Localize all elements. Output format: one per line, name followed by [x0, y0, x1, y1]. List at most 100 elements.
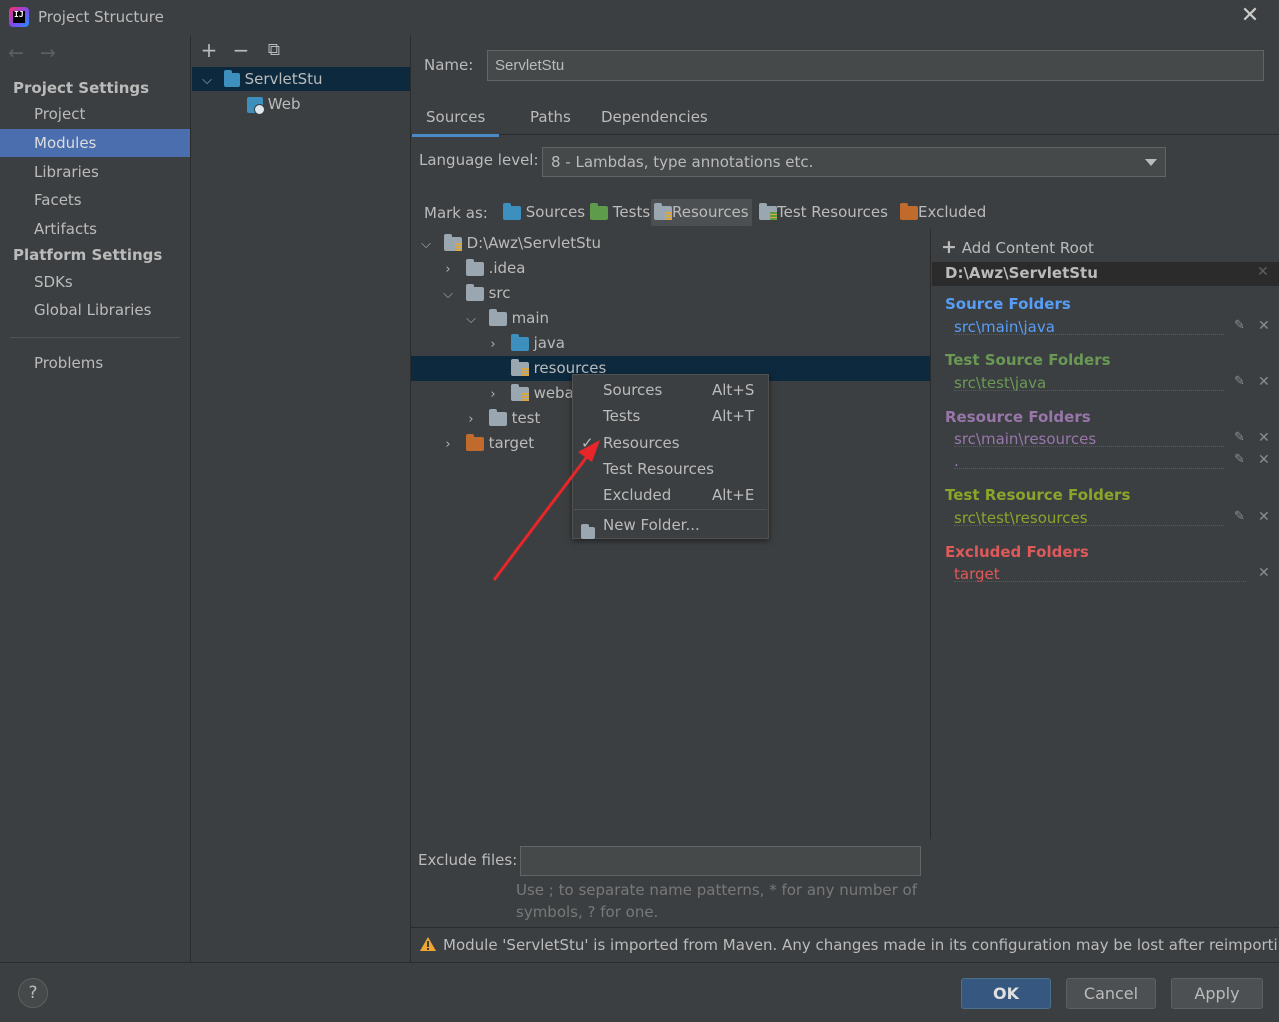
remove-icon[interactable]: ✕ — [1258, 318, 1270, 334]
web-facet-icon — [247, 96, 265, 115]
chevron-down-icon[interactable]: ⌵ — [419, 232, 433, 257]
help-icon[interactable]: ? — [18, 978, 48, 1008]
chevron-right-icon[interactable]: › — [441, 432, 455, 457]
close-icon[interactable]: ✕ — [1238, 4, 1262, 28]
folder-icon — [488, 308, 507, 326]
chevron-down-icon[interactable]: ⌵ — [464, 307, 478, 332]
mark-excluded-button[interactable]: Excluded — [897, 199, 989, 226]
nav-item-libraries[interactable]: Libraries — [0, 158, 190, 186]
mark-tests-label: Tests — [612, 203, 651, 221]
test-source-folder-path: src\test\java ✎ ✕ — [954, 374, 1270, 394]
menu-shortcut: Alt+T — [712, 407, 755, 425]
chevron-right-icon[interactable]: › — [464, 407, 478, 432]
tab-dependencies[interactable]: Dependencies — [587, 100, 722, 134]
excluded-folder-path: target ✕ — [954, 565, 1270, 585]
chevron-down-icon — [1145, 159, 1157, 166]
forward-arrow-icon[interactable]: → — [40, 42, 56, 64]
folder-icon — [488, 408, 507, 426]
remove-icon[interactable]: ✕ — [1258, 452, 1270, 468]
tree-java-label: java — [533, 334, 565, 352]
name-label: Name: — [424, 56, 474, 74]
mark-test-resources-label: Test Resources — [777, 203, 888, 221]
remove-icon[interactable]: ✕ — [1258, 374, 1270, 390]
remove-content-root-icon[interactable]: ✕ — [1257, 264, 1269, 280]
tree-row-root[interactable]: ⌵ D:\Awz\ServletStu — [411, 231, 930, 256]
excluded-folders-title: Excluded Folders — [945, 543, 1089, 561]
mark-resources-button[interactable]: Resources — [651, 199, 752, 226]
edit-icon[interactable]: ✎ — [1234, 452, 1246, 467]
tree-idea-label: .idea — [488, 259, 526, 277]
edit-icon[interactable]: ✎ — [1234, 318, 1246, 333]
window-title: Project Structure — [38, 8, 164, 26]
tree-webapp-label: weba — [533, 384, 574, 402]
edit-icon[interactable]: ✎ — [1234, 430, 1246, 445]
nav-item-problems[interactable]: Problems — [0, 349, 190, 377]
language-level-select[interactable]: 8 - Lambdas, type annotations etc. — [542, 147, 1166, 177]
folder-icon — [465, 258, 484, 276]
remove-icon[interactable]: ✕ — [1258, 430, 1270, 446]
tests-folder-icon — [590, 202, 608, 220]
menu-shortcut: Alt+E — [712, 486, 755, 504]
remove-icon[interactable]: ✕ — [1258, 509, 1270, 525]
apply-button[interactable]: Apply — [1171, 978, 1263, 1009]
menu-item-sources[interactable]: Sources Alt+S — [573, 377, 768, 403]
language-level-label: Language level: — [419, 151, 539, 169]
nav-item-sdks[interactable]: SDKs — [0, 268, 190, 296]
test-resource-folders-title: Test Resource Folders — [945, 486, 1131, 504]
tree-row-src[interactable]: ⌵ src — [411, 281, 930, 306]
module-folder-icon — [223, 69, 240, 87]
menu-shortcut: Alt+S — [712, 381, 755, 399]
chevron-right-icon[interactable]: › — [441, 257, 455, 282]
module-row-servletstu[interactable]: ⌵ ServletStu — [192, 67, 410, 91]
resource-folder-path: src\main\resources ✎ ✕ — [954, 430, 1270, 450]
tree-row-idea[interactable]: › .idea — [411, 256, 930, 281]
module-row-web[interactable]: Web — [192, 92, 410, 116]
platform-settings-heading: Platform Settings — [13, 246, 163, 264]
exclude-hint-line2: symbols, ? for one. — [516, 903, 659, 921]
source-folder-path: src\main\java ✎ ✕ — [954, 318, 1270, 338]
chevron-right-icon[interactable]: › — [486, 332, 500, 357]
module-name-input[interactable] — [487, 50, 1264, 81]
tab-paths[interactable]: Paths — [516, 100, 585, 134]
menu-item-tests[interactable]: Tests Alt+T — [573, 403, 768, 429]
add-module-icon[interactable]: + — [197, 38, 221, 62]
chevron-down-icon[interactable]: ⌵ — [200, 69, 214, 93]
nav-divider — [10, 337, 180, 338]
menu-label: Excluded — [603, 486, 672, 504]
mark-resources-label: Resources — [672, 203, 749, 221]
add-content-root-button[interactable]: + Add Content Root — [941, 236, 1094, 258]
nav-item-artifacts[interactable]: Artifacts — [0, 215, 190, 243]
sources-folder-icon — [503, 202, 521, 220]
excluded-folder-icon — [900, 202, 918, 220]
tabs-divider — [411, 134, 1279, 135]
mark-sources-button[interactable]: Sources — [500, 199, 588, 226]
remove-icon[interactable]: ✕ — [1258, 565, 1270, 581]
test-resource-folder-path: src\test\resources ✎ ✕ — [954, 509, 1270, 529]
chevron-down-icon[interactable]: ⌵ — [441, 282, 455, 307]
source-folder-icon — [510, 333, 529, 351]
cancel-button[interactable]: Cancel — [1066, 978, 1156, 1009]
resources-folder-icon — [654, 202, 672, 220]
nav-item-project[interactable]: Project — [0, 100, 190, 128]
edit-icon[interactable]: ✎ — [1234, 509, 1246, 524]
mark-test-resources-button[interactable]: Test Resources — [756, 199, 891, 226]
edit-icon[interactable]: ✎ — [1234, 374, 1246, 389]
tab-sources[interactable]: Sources — [412, 100, 500, 137]
nav-item-global-libraries[interactable]: Global Libraries — [0, 296, 190, 324]
remove-module-icon[interactable]: − — [229, 38, 253, 62]
nav-item-facets[interactable]: Facets — [0, 186, 190, 214]
chevron-right-icon[interactable]: › — [486, 382, 500, 407]
copy-module-icon[interactable]: ⧉ — [262, 38, 286, 62]
exclude-files-label: Exclude files: — [418, 851, 518, 869]
back-arrow-icon[interactable]: ← — [8, 42, 24, 64]
mark-as-label: Mark as: — [424, 204, 488, 222]
exclude-files-input[interactable] — [520, 846, 921, 876]
tree-test-label: test — [511, 409, 541, 427]
mark-tests-button[interactable]: Tests — [587, 199, 653, 226]
nav-item-modules[interactable]: Modules — [0, 129, 190, 157]
menu-label: New Folder... — [603, 516, 700, 534]
tree-row-java[interactable]: › java — [411, 331, 930, 356]
tree-row-main[interactable]: ⌵ main — [411, 306, 930, 331]
title-bar — [0, 0, 1279, 36]
ok-button[interactable]: OK — [961, 978, 1051, 1009]
